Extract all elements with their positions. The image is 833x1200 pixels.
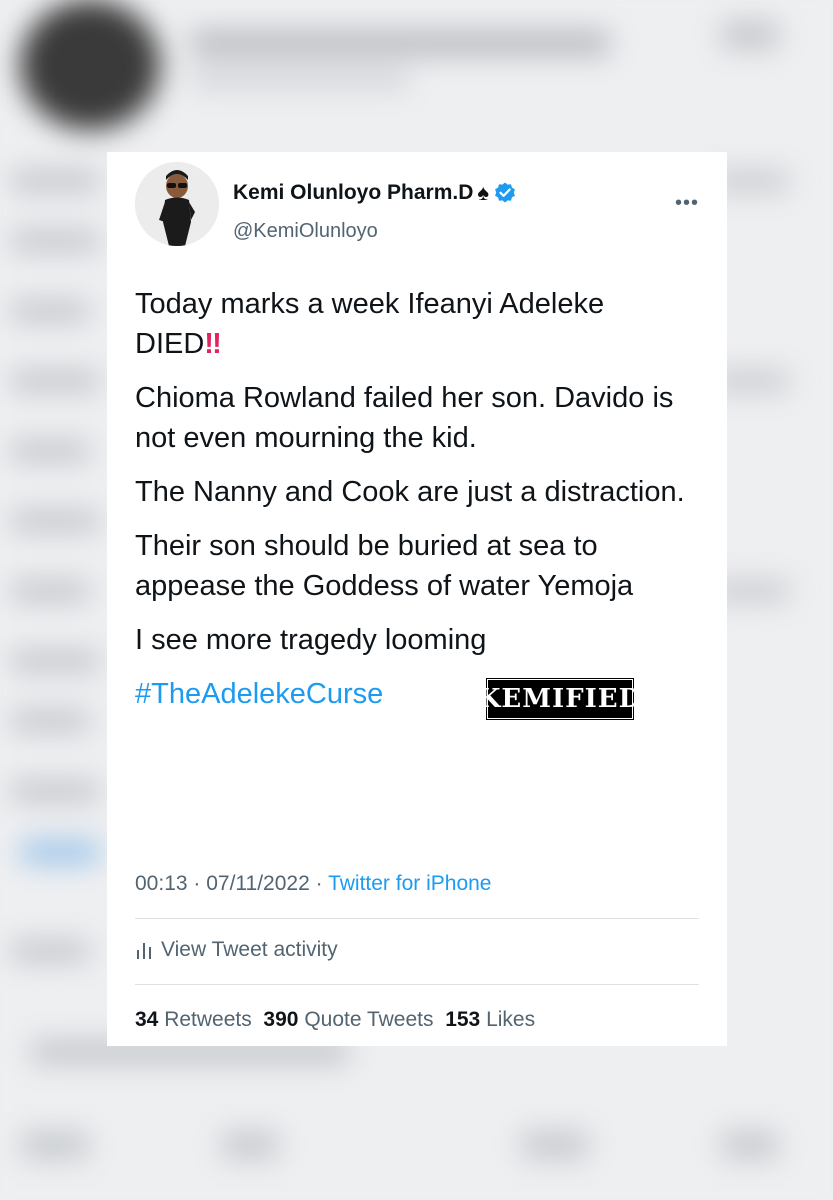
divider <box>135 918 699 919</box>
retweets-stat[interactable]: 34 Retweets <box>135 1008 252 1031</box>
tweet-date[interactable]: 07/11/2022 <box>206 872 310 895</box>
tweet-paragraph-4: Their son should be buried at sea to app… <box>135 530 634 602</box>
tweet-line-1b: DIED <box>135 328 205 360</box>
quote-tweets-stat[interactable]: 390 Quote Tweets <box>263 1008 433 1031</box>
author-name[interactable]: Kemi Olunloyo Pharm.D <box>233 181 473 205</box>
tweet-paragraph-3: The Nanny and Cook are just a distractio… <box>135 476 685 508</box>
tweet-paragraph-5: I see more tragedy looming <box>135 624 487 656</box>
author-handle[interactable]: @KemiOlunloyo <box>233 220 378 243</box>
tweet-stats: 34 Retweets 390 Quote Tweets 153 Likes <box>135 1008 535 1032</box>
spade-icon: ♠ <box>477 180 490 205</box>
more-options-icon[interactable]: ••• <box>675 192 699 215</box>
meta-separator: · <box>315 872 329 895</box>
view-tweet-activity-label: View Tweet activity <box>161 938 338 961</box>
tweet-meta: 00:13 · 07/11/2022 · Twitter for iPhone <box>135 872 491 896</box>
divider <box>135 984 699 985</box>
quote-tweets-label: Quote Tweets <box>304 1008 434 1031</box>
likes-label: Likes <box>486 1008 536 1031</box>
retweets-count: 34 <box>135 1008 159 1031</box>
double-exclamation-icon: ‼ <box>204 328 222 360</box>
author-name-row[interactable]: Kemi Olunloyo Pharm.D ♠ <box>233 180 517 206</box>
kemified-watermark: KEMIFIED <box>478 677 641 721</box>
tweet-paragraph-1: Today marks a week Ifeanyi Adeleke DIED‼ <box>135 284 705 364</box>
likes-stat[interactable]: 153 Likes <box>445 1008 535 1031</box>
activity-chart-icon <box>137 943 151 959</box>
likes-count: 153 <box>445 1008 481 1031</box>
retweets-label: Retweets <box>164 1008 252 1031</box>
verified-badge-icon <box>495 182 515 203</box>
tweet-text: Today marks a week Ifeanyi Adeleke DIED‼… <box>135 284 705 728</box>
tweet-time[interactable]: 00:13 <box>135 872 188 895</box>
tweet-header: Kemi Olunloyo Pharm.D ♠ @KemiOlunloyo ••… <box>135 162 699 252</box>
tweet-card: Kemi Olunloyo Pharm.D ♠ @KemiOlunloyo ••… <box>107 152 727 1046</box>
view-tweet-activity-button[interactable]: View Tweet activity <box>135 938 338 962</box>
avatar[interactable] <box>135 162 219 246</box>
tweet-line-1a: Today marks a week Ifeanyi Adeleke <box>135 288 605 320</box>
quote-tweets-count: 390 <box>263 1008 299 1031</box>
meta-separator: · <box>193 872 207 895</box>
tweet-source-link[interactable]: Twitter for iPhone <box>328 872 491 895</box>
tweet-paragraph-2: Chioma Rowland failed her son. Davido is… <box>135 382 674 454</box>
